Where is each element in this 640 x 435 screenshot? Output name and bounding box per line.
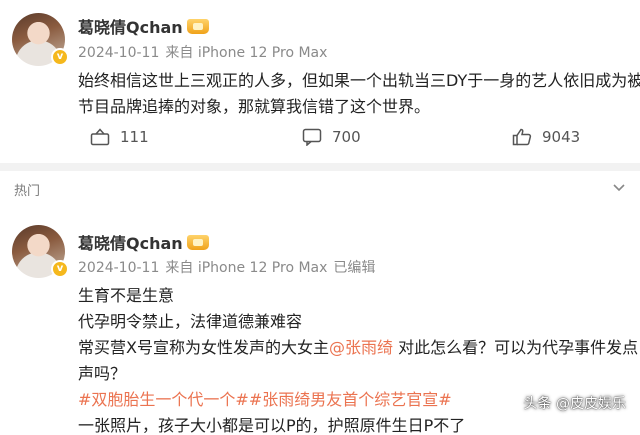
- crown-icon: [186, 235, 209, 250]
- mention-link[interactable]: @张雨绮: [329, 338, 393, 357]
- action-bar: 111 700 9043: [0, 128, 640, 150]
- post-text-line: 始终相信这世上三观正的人多，但如果一个出轨当三DY于一身的艺人依旧成为被: [78, 71, 640, 90]
- comment-icon: [302, 128, 322, 146]
- post-date[interactable]: 2024-10-11: [78, 45, 159, 61]
- username-text[interactable]: 葛晓倩Qchan: [78, 18, 183, 37]
- chevron-down-icon[interactable]: [610, 178, 628, 196]
- post-text: 始终相信这世上三观正的人多，但如果一个出轨当三DY于一身的艺人依旧成为被 节目品…: [78, 68, 640, 120]
- thumbs-up-icon: [512, 128, 532, 146]
- username[interactable]: 葛晓倩Qchan: [78, 230, 209, 254]
- comment-button[interactable]: 700: [302, 128, 361, 146]
- edited-label[interactable]: 已编辑: [333, 260, 375, 276]
- watermark: 头条 @皮皮娱乐: [523, 396, 626, 412]
- post-text-segment: 常买营X号宣称为女性发声的大女主: [78, 338, 329, 357]
- post-text-line: 节目品牌追捧的对象，那就算我信错了这个世界。: [78, 97, 431, 116]
- post-meta: 2024-10-11 来自 iPhone 12 Pro Max: [78, 42, 327, 62]
- repost-button[interactable]: 111: [90, 128, 149, 146]
- hot-section-label: 热门: [14, 184, 41, 199]
- username[interactable]: 葛晓倩Qchan: [78, 14, 209, 38]
- post-text-line: 一张照片，孩子大小都是可以P的，护照原件生日P不了: [78, 416, 466, 435]
- weibo-post-1: v 葛晓倩Qchan 2024-10-11 来自 iPhone 12 Pro Ma…: [0, 0, 640, 163]
- crown-icon: [186, 19, 209, 34]
- post-text-segment: 对此怎么看？可以为代孕事件发点: [392, 338, 639, 357]
- repost-icon: [90, 128, 110, 146]
- verified-badge-icon: v: [51, 260, 69, 278]
- like-count: 9043: [542, 128, 581, 146]
- like-button[interactable]: 9043: [512, 128, 580, 146]
- post-text-line: 代孕明令禁止，法律道德兼难容: [78, 312, 303, 331]
- post-text-line: 声吗？: [78, 364, 127, 383]
- post-text-line: 常买营X号宣称为女性发声的大女主@张雨绮 对此怎么看？可以为代孕事件发点: [78, 335, 638, 361]
- post-text-line: 生育不是生意: [78, 286, 175, 305]
- post-source: 来自 iPhone 12 Pro Max: [165, 45, 328, 61]
- verified-badge-icon: v: [51, 48, 69, 66]
- comment-count: 700: [332, 128, 361, 146]
- repost-count: 111: [120, 128, 149, 146]
- post-meta: 2024-10-11 来自 iPhone 12 Pro Max 已编辑: [78, 257, 375, 277]
- post-source: 来自 iPhone 12 Pro Max: [165, 260, 328, 276]
- post-date[interactable]: 2024-10-11: [78, 260, 159, 276]
- username-text[interactable]: 葛晓倩Qchan: [78, 234, 183, 253]
- section-divider: [0, 163, 640, 171]
